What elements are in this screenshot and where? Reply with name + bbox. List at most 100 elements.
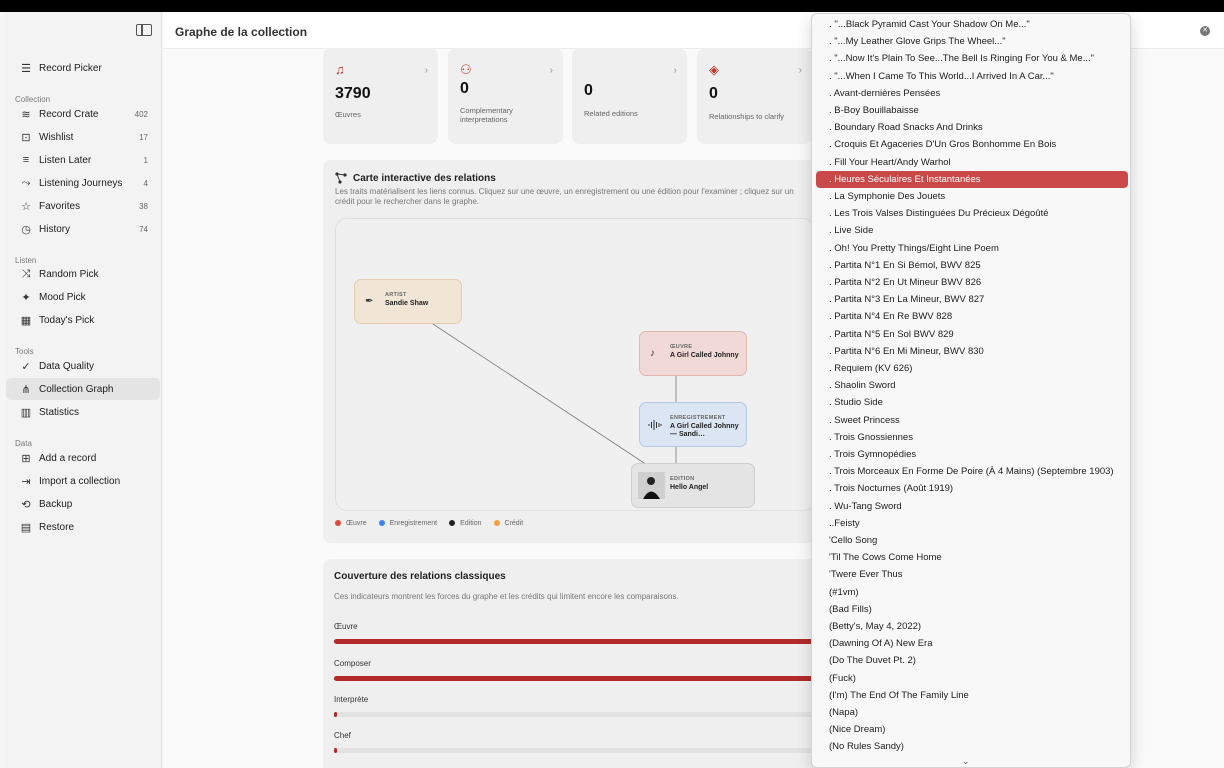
dropdown-item[interactable]: . Trois Morceaux En Forme De Poire (À 4 … [816, 463, 1128, 480]
dropdown-item[interactable]: . "...My Leather Glove Grips The Wheel..… [816, 33, 1128, 50]
dropdown-item[interactable]: . Trois Gnossiennes [816, 429, 1128, 446]
stat-value: 0 [584, 82, 593, 99]
dropdown-item[interactable]: (Nice Dream) [816, 721, 1128, 738]
waveform-icon [648, 420, 662, 430]
stat-card[interactable]: ◈ › 0 Relationships to clarify [697, 48, 812, 144]
coverage-bar-track [334, 639, 824, 644]
stat-card[interactable]: › 0 Related editions [572, 48, 687, 144]
graph-node-edition[interactable]: EDITION Hello Angel [631, 463, 755, 508]
sidebar-item-label: Listen Later [39, 154, 92, 166]
dropdown-item[interactable]: 'Til The Cows Come Home [816, 549, 1128, 566]
dropdown-item[interactable]: . Partita N°1 En Si Bémol, BWV 825 [816, 257, 1128, 274]
warning-diamond-icon: ◈ [709, 62, 719, 77]
coverage-bar-track [334, 748, 824, 753]
sidebar-item-import-a-collection[interactable]: ⇥ Import a collection [6, 470, 160, 492]
sidebar-item-data-quality[interactable]: ✓ Data Quality [6, 355, 160, 377]
restore-icon: ▤ [20, 521, 32, 534]
window-top-bar [0, 0, 1224, 12]
dropdown-item[interactable]: (Dawning Of A) New Era [816, 635, 1128, 652]
dropdown-item[interactable]: . Requiem (KV 626) [816, 360, 1128, 377]
calendar-icon: ▦ [20, 314, 32, 327]
dropdown-item[interactable]: . Partita N°4 En Re BWV 828 [816, 308, 1128, 325]
dropdown-item[interactable]: . Partita N°5 En Sol BWV 829 [816, 326, 1128, 343]
sidebar-item-random-pick[interactable]: ⤨ Random Pick [6, 263, 160, 285]
sidebar-item-label: Favorites [39, 200, 81, 212]
dropdown-item[interactable]: (I'm) The End Of The Family Line [816, 687, 1128, 704]
dropdown-item[interactable]: . Trois Nocturnes (Août 1919) [816, 480, 1128, 497]
sidebar-item-listen-later[interactable]: ≡ Listen Later 1 [6, 149, 160, 171]
dropdown-item[interactable]: . ''...Black Pyramid Cast Your Shadow On… [816, 16, 1128, 33]
sidebar-item-today-s-pick[interactable]: ▦ Today's Pick [6, 309, 160, 331]
dropdown-item[interactable]: (No Rules Sandy) [816, 738, 1128, 755]
dropdown-item[interactable]: . Partita N°2 En Ut Mineur BWV 826 [816, 274, 1128, 291]
sidebar-item-label: Import a collection [39, 475, 121, 487]
dropdown-item[interactable]: . "...When I Came To This World...I Arri… [816, 68, 1128, 85]
dropdown-item[interactable]: (Fuck) [816, 670, 1128, 687]
sidebar-item-wishlist[interactable]: ⊡ Wishlist 17 [6, 126, 160, 148]
coverage-row-label: Œuvre [334, 622, 358, 631]
music-note-list-icon: ☰ [21, 62, 31, 75]
graph-node-oeuvre[interactable]: ♪ ŒUVRE A Girl Called Johnny [639, 331, 747, 376]
chevron-right-icon: › [424, 65, 428, 76]
dropdown-item[interactable]: . Partita N°6 En Mi Mineur, BWV 830 [816, 343, 1128, 360]
dropdown-item[interactable]: . Trois Gymnopédies [816, 446, 1128, 463]
dropdown-item[interactable]: . Sweet Princess [816, 412, 1128, 429]
sidebar-item-record-crate[interactable]: ≋ Record Crate 402 [6, 103, 160, 125]
dropdown-item[interactable]: . Boundary Road Snacks And Drinks [816, 119, 1128, 136]
sidebar-item-restore[interactable]: ▤ Restore [6, 516, 160, 538]
sidebar-item-statistics[interactable]: ▥ Statistics [6, 401, 160, 423]
scroll-down-icon[interactable]: ⌄ [962, 756, 970, 767]
backup-icon: ⟲ [21, 498, 31, 511]
sidebar-item-count: 38 [139, 201, 148, 211]
dropdown-item[interactable]: . Oh! You Pretty Things/Eight Line Poem [816, 240, 1128, 257]
sidebar: ☰ Record Picker Collection ≋ Record Crate 4… [5, 12, 162, 768]
title-dropdown-menu[interactable]: . ''...Black Pyramid Cast Your Shadow On… [811, 13, 1131, 768]
sidebar-item-backup[interactable]: ⟲ Backup [6, 493, 160, 515]
stat-label: Complementary interpretations [460, 106, 513, 124]
dropdown-item[interactable]: . Avant-dernières Pensées [816, 85, 1128, 102]
stat-card[interactable]: ⚇ › 0 Complementary interpretations [448, 48, 563, 144]
close-icon[interactable]: ✕ [1200, 26, 1210, 36]
checkmark-icon: ✓ [21, 360, 31, 373]
dropdown-item[interactable]: . B-Boy Bouillabaisse [816, 102, 1128, 119]
dropdown-item[interactable]: 'Cello Song [816, 532, 1128, 549]
dropdown-item[interactable]: . Shaolin Sword [816, 377, 1128, 394]
sidebar-item-label: Record Crate [39, 108, 99, 120]
sidebar-item-record-picker[interactable]: ☰ Record Picker [6, 57, 160, 79]
dropdown-item[interactable]: . Studio Side [816, 394, 1128, 411]
dropdown-item[interactable]: ..Feisty [816, 515, 1128, 532]
dropdown-item[interactable]: . Croquis Et Agaceries D'Un Gros Bonhomm… [816, 136, 1128, 153]
graph-node-artist[interactable]: ✒ ARTIST Sandie Shaw [354, 279, 462, 324]
dropdown-item[interactable]: . Wu-Tang Sword [816, 498, 1128, 515]
dropdown-item[interactable]: . Les Trois Valses Distinguées Du Précie… [816, 205, 1128, 222]
dropdown-item[interactable]: . Heures Séculaires Et Instantanées [816, 170, 1128, 188]
stat-label: Œuvres [335, 110, 361, 119]
legend-enregistrement: Enregistrement [378, 520, 437, 527]
sidebar-item-collection-graph[interactable]: ⋔ Collection Graph [6, 378, 160, 400]
sidebar-item-favorites[interactable]: ☆ Favorites 38 [6, 195, 160, 217]
coverage-description: Ces indicateurs montrent les forces du g… [334, 592, 679, 601]
coverage-row-label: Chef [334, 731, 351, 740]
dropdown-item[interactable]: (Betty's, May 4, 2022) [816, 618, 1128, 635]
coverage-title: Couverture des relations classiques [334, 571, 506, 582]
dropdown-item[interactable]: . Partita N°3 En La Mineur, BWV 827 [816, 291, 1128, 308]
sidebar-item-listening-journeys[interactable]: ⤳ Listening Journeys 4 [6, 172, 160, 194]
stat-card[interactable]: ♫ › 3790 Œuvres [323, 48, 438, 144]
dropdown-item[interactable]: 'Twere Ever Thus [816, 566, 1128, 583]
sidebar-toggle-icon[interactable] [136, 24, 152, 36]
sidebar-item-add-a-record[interactable]: ⊞ Add a record [6, 447, 160, 469]
list-icon: ≡ [22, 154, 30, 166]
relation-graph[interactable]: ✒ ARTIST Sandie Shaw ♪ ŒUVRE A Girl Call… [335, 218, 815, 511]
dropdown-item[interactable]: (#1vm) [816, 584, 1128, 601]
graph-node-enregistrement[interactable]: ENREGISTREMENT A Girl Called Johnny — Sa… [639, 402, 747, 447]
dropdown-item[interactable]: . Live Side [816, 222, 1128, 239]
dropdown-item[interactable]: (Napa) [816, 704, 1128, 721]
dropdown-item[interactable]: (Bad Fills) [816, 601, 1128, 618]
dropdown-item[interactable]: (Do The Duvet Pt. 2) [816, 652, 1128, 669]
sidebar-item-history[interactable]: ◷ History 74 [6, 218, 160, 240]
dropdown-item[interactable]: . La Symphonie Des Jouets [816, 188, 1128, 205]
dropdown-item[interactable]: . "...Now It's Plain To See...The Bell I… [816, 50, 1128, 67]
sidebar-item-mood-pick[interactable]: ✦ Mood Pick [6, 286, 160, 308]
people-icon: ⚇ [460, 62, 472, 77]
dropdown-item[interactable]: . Fill Your Heart/Andy Warhol [816, 154, 1128, 171]
